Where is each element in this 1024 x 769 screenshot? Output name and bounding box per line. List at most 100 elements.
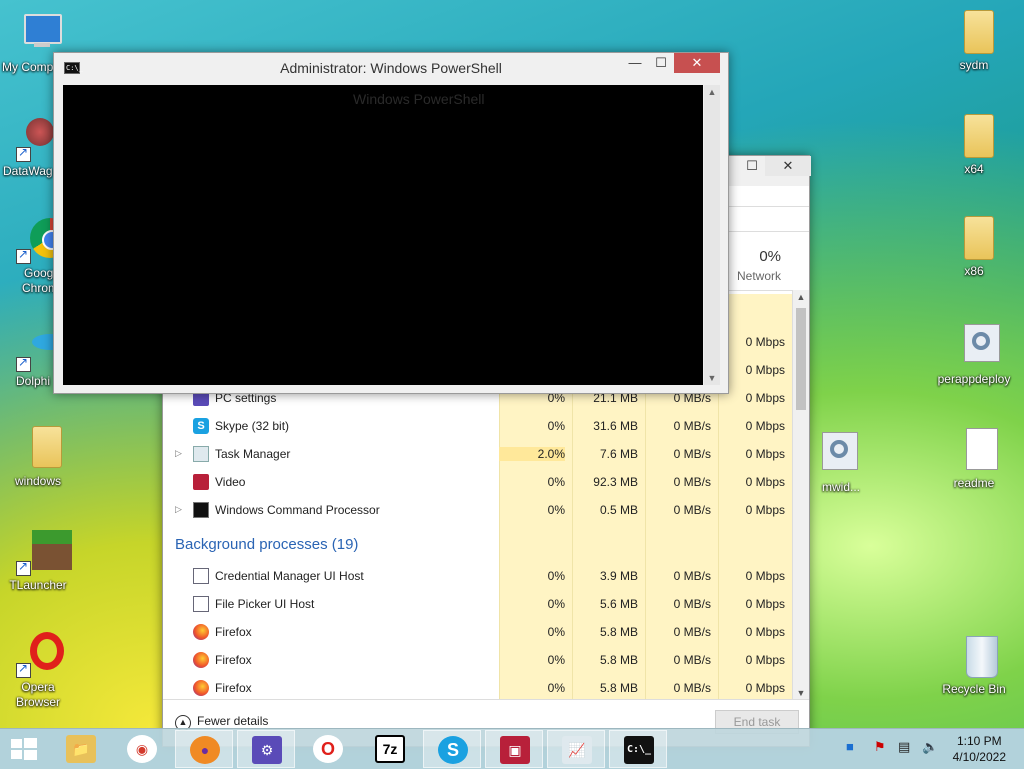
process-name: Skype (32 bit) (215, 419, 290, 433)
table-row[interactable]: Video 0% 92.3 MB 0 MB/s 0 Mbps (163, 468, 793, 496)
folder-icon (950, 214, 998, 262)
desktop-icon-x64[interactable]: x64 (934, 112, 1014, 177)
system-clock[interactable]: 1:10 PM 4/10/2022 (953, 733, 1006, 765)
maximize-button[interactable]: ☐ (648, 53, 674, 73)
task-manager-icon: 📈 (562, 736, 592, 764)
taskbar-powershell[interactable]: C:\_ (609, 730, 667, 768)
cpu-cell: 0% (547, 475, 565, 489)
desktop-icon-readme[interactable]: readme (934, 426, 1014, 491)
fewer-details-label: Fewer details (197, 714, 269, 728)
process-list-scrollbar[interactable]: ▲ ▼ (792, 290, 809, 700)
icon-label: Recycle Bin (942, 682, 1006, 696)
desktop-icon-sydm[interactable]: sydm (934, 8, 1014, 73)
network-cell: 0 Mbps (745, 419, 785, 433)
taskbar-firefox[interactable]: ● (175, 730, 233, 768)
scroll-down-icon[interactable]: ▼ (704, 373, 720, 383)
table-row[interactable]: Firefox 0% 5.8 MB 0 MB/s 0 Mbps (163, 646, 793, 674)
taskbar-task-manager[interactable]: 📈 (547, 730, 605, 768)
icon-label: x64 (964, 162, 984, 176)
clock-time: 1:10 PM (956, 734, 1002, 748)
table-row[interactable]: S Skype (32 bit) 0% 31.6 MB 0 MB/s 0 Mbp… (163, 412, 793, 440)
minimize-button[interactable]: — (622, 53, 648, 73)
powershell-titlebar[interactable]: C:\_ Administrator: Windows PowerShell —… (54, 53, 728, 83)
table-row[interactable]: Firefox 0% 5.8 MB 0 MB/s 0 Mbps (163, 674, 793, 700)
grass-block-icon (14, 528, 72, 576)
action-center-icon[interactable]: ⚑ (874, 739, 886, 755)
cpu-cell: 0% (547, 419, 565, 433)
close-button[interactable]: ✕ (674, 53, 720, 73)
scroll-up-icon[interactable]: ▲ (793, 292, 809, 302)
table-row[interactable]: Firefox 0% 5.8 MB 0 MB/s 0 Mbps (163, 618, 793, 646)
network-cell: 0 Mbps (745, 447, 785, 461)
table-row[interactable]: File Picker UI Host 0% 5.6 MB 0 MB/s 0 M… (163, 590, 793, 618)
folder-icon (950, 8, 998, 56)
clock-date: 4/10/2022 (952, 750, 1006, 764)
powershell-window[interactable]: C:\_ Administrator: Windows PowerShell —… (53, 52, 729, 394)
taskbar-chrome[interactable]: ◉ (113, 730, 171, 768)
taskbar-skype[interactable]: S (423, 730, 481, 768)
desktop-icon-windows[interactable]: windows (0, 424, 78, 489)
memory-cell: 7.6 MB (599, 447, 638, 461)
taskbar-settings[interactable]: ⚙ (237, 730, 295, 768)
console-output[interactable]: Windows PowerShell (63, 85, 703, 385)
network-cell: 0 Mbps (745, 653, 785, 667)
command-prompt-icon (193, 502, 209, 518)
network-cell: 0 Mbps (745, 503, 785, 517)
network-cell: 0 Mbps (745, 597, 785, 611)
table-row[interactable]: ▷ Windows Command Processor 0% 0.5 MB 0 … (163, 496, 793, 524)
opera-icon (14, 630, 64, 678)
memory-cell: 5.8 MB (599, 625, 638, 639)
network-icon[interactable]: ▤ (898, 739, 910, 755)
text-document-icon (950, 426, 998, 474)
taskbar: 📁 ◉ ● ⚙ O 7z S ▣ 📈 C:\_ ■ ⚑ ▤ 🔈 1:10 PM … (0, 728, 1024, 769)
table-row[interactable]: ▷ Task Manager 2.0% 7.6 MB 0 MB/s 0 Mbps (163, 440, 793, 468)
console-scrollbar[interactable]: ▲ ▼ (704, 85, 720, 385)
process-name: File Picker UI Host (215, 597, 315, 611)
close-button[interactable]: ✕ (765, 156, 811, 176)
network-cell: 0 Mbps (745, 569, 785, 583)
cpu-cell: 2.0% (499, 447, 565, 461)
script-gear-icon (808, 430, 858, 478)
expand-chevron-icon[interactable]: ▷ (175, 504, 182, 515)
expand-chevron-icon[interactable]: ▷ (175, 448, 182, 459)
start-button[interactable] (8, 735, 38, 763)
disk-cell: 0 MB/s (673, 653, 711, 667)
disk-cell: 0 MB/s (673, 681, 711, 695)
icon-label: windows (14, 474, 62, 488)
folder-icon (14, 424, 62, 472)
process-name: Firefox (215, 681, 252, 695)
skype-icon: S (438, 736, 468, 764)
opera-icon: O (313, 735, 343, 763)
scroll-down-icon[interactable]: ▼ (793, 688, 809, 698)
maximize-button[interactable]: ☐ (739, 156, 765, 176)
memory-cell: 5.8 MB (599, 681, 638, 695)
desktop-icon-tlauncher[interactable]: TLauncher (0, 528, 78, 593)
computer-icon (16, 10, 64, 58)
cpu-cell: 0% (547, 597, 565, 611)
skype-icon: S (193, 418, 209, 434)
scroll-thumb[interactable] (796, 308, 806, 410)
volume-icon[interactable]: 🔈 (922, 739, 938, 755)
desktop-icon-x86[interactable]: x86 (934, 214, 1014, 279)
desktop-icon-perappdeploy[interactable]: perappdeploy (934, 322, 1014, 387)
disk-cell: 0 MB/s (673, 503, 711, 517)
window-app-icon (193, 568, 209, 584)
tray-flag-icon[interactable]: ■ (846, 739, 854, 754)
desktop-icon-recycle-bin[interactable]: Recycle Bin (934, 632, 1014, 697)
memory-cell: 3.9 MB (599, 569, 638, 583)
scroll-up-icon[interactable]: ▲ (704, 87, 720, 97)
script-gear-icon (950, 322, 1000, 370)
icon-label: perappdeploy (937, 372, 1011, 386)
table-row[interactable]: Credential Manager UI Host 0% 3.9 MB 0 M… (163, 562, 793, 590)
taskbar-7zip[interactable]: 7z (361, 730, 419, 768)
firefox-icon: ● (190, 736, 220, 764)
taskbar-opera[interactable]: O (299, 730, 357, 768)
task-manager-icon (193, 446, 209, 462)
icon-label: x86 (964, 264, 984, 278)
taskbar-file-explorer[interactable]: 📁 (52, 730, 110, 768)
video-icon: ▣ (500, 736, 530, 764)
process-name: Windows Command Processor (215, 503, 380, 517)
desktop-icon-opera[interactable]: Opera Browser (0, 630, 78, 710)
taskbar-video[interactable]: ▣ (485, 730, 543, 768)
icon-label: TLauncher (9, 578, 67, 592)
